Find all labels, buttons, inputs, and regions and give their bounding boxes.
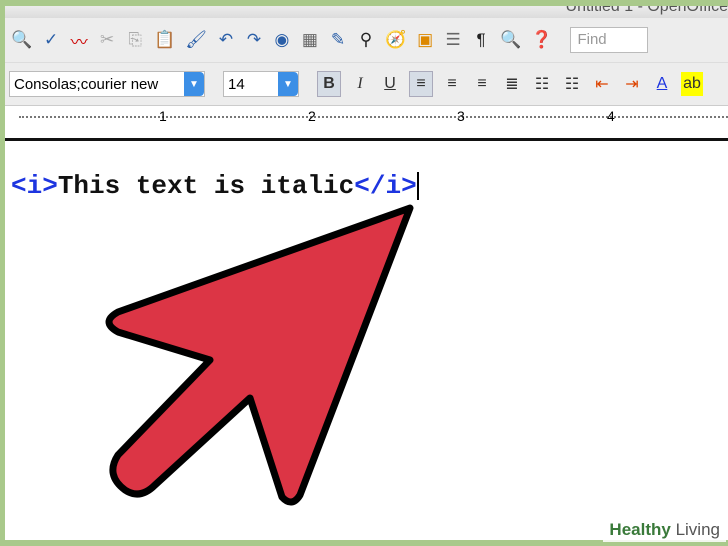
watermark-brand: Healthy: [609, 520, 671, 539]
watermark-text: Living: [675, 520, 720, 539]
watermark: Healthy Living: [603, 518, 726, 542]
pointer-arrow-icon: [105, 204, 414, 506]
